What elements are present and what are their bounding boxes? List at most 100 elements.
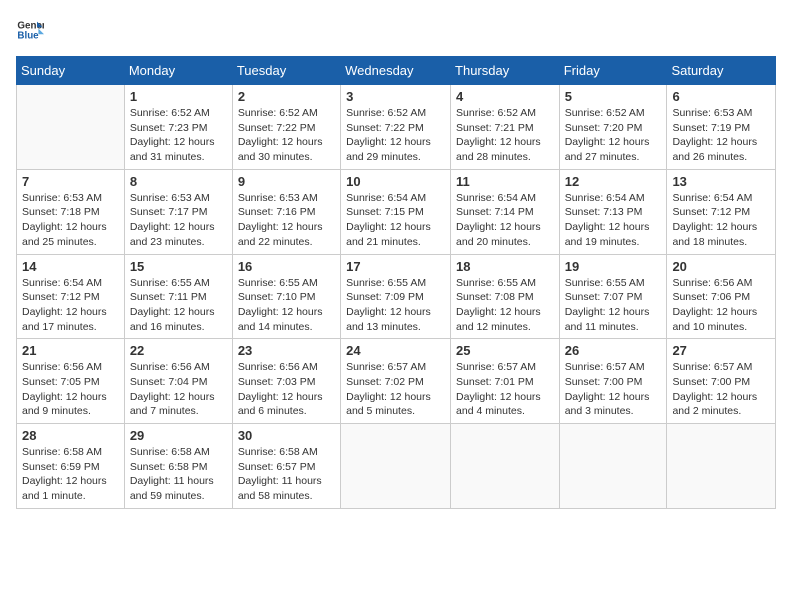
day-number: 6 [672, 89, 770, 104]
calendar-cell: 2Sunrise: 6:52 AM Sunset: 7:22 PM Daylig… [232, 85, 340, 170]
calendar-cell: 9Sunrise: 6:53 AM Sunset: 7:16 PM Daylig… [232, 169, 340, 254]
calendar-week-4: 21 Sunrise: 6:56 AM Sunset: 7:05 PM Dayli… [17, 339, 776, 424]
day-info: Sunrise: 6:54 AM Sunset: 7:14 PM Dayligh… [456, 191, 554, 250]
calendar-cell: 21 Sunrise: 6:56 AM Sunset: 7:05 PM Dayli… [17, 339, 125, 424]
day-info: Sunrise: 6:56 AM Sunset: 7:04 PM Dayligh… [130, 360, 227, 419]
calendar-week-1: 1Sunrise: 6:52 AM Sunset: 7:23 PM Daylig… [17, 85, 776, 170]
calendar-cell: 14 Sunrise: 6:54 AM Sunset: 7:12 PM Dayli… [17, 254, 125, 339]
calendar-cell: 28 Sunrise: 6:58 AM Sunset: 6:59 PM Dayli… [17, 424, 125, 509]
day-info: Sunrise: 6:58 AM Sunset: 6:59 PM Dayligh… [22, 445, 119, 504]
day-info: Sunrise: 6:57 AM Sunset: 7:02 PM Dayligh… [346, 360, 445, 419]
day-number: 20 [672, 259, 770, 274]
day-number: 10 [346, 174, 445, 189]
day-number: 28 [22, 428, 119, 443]
calendar-cell: 27Sunrise: 6:57 AM Sunset: 7:00 PM Dayli… [667, 339, 776, 424]
day-info: Sunrise: 6:56 AM Sunset: 7:03 PM Dayligh… [238, 360, 335, 419]
day-number: 8 [130, 174, 227, 189]
day-info: Sunrise: 6:58 AM Sunset: 6:57 PM Dayligh… [238, 445, 335, 504]
svg-text:Blue: Blue [17, 30, 39, 41]
day-number: 12 [565, 174, 662, 189]
day-number: 11 [456, 174, 554, 189]
calendar-cell [341, 424, 451, 509]
calendar-cell: 17 Sunrise: 6:55 AM Sunset: 7:09 PM Dayli… [341, 254, 451, 339]
calendar-cell [17, 85, 125, 170]
weekday-header-saturday: Saturday [667, 57, 776, 85]
calendar-cell: 10 Sunrise: 6:54 AM Sunset: 7:15 PM Dayli… [341, 169, 451, 254]
day-info: Sunrise: 6:52 AM Sunset: 7:20 PM Dayligh… [565, 106, 662, 165]
day-info: Sunrise: 6:54 AM Sunset: 7:15 PM Dayligh… [346, 191, 445, 250]
calendar-week-2: 7 Sunrise: 6:53 AM Sunset: 7:18 PM Daylig… [17, 169, 776, 254]
calendar-cell: 12Sunrise: 6:54 AM Sunset: 7:13 PM Dayli… [559, 169, 667, 254]
day-number: 25 [456, 343, 554, 358]
day-number: 14 [22, 259, 119, 274]
day-number: 4 [456, 89, 554, 104]
calendar-cell: 23 Sunrise: 6:56 AM Sunset: 7:03 PM Dayli… [232, 339, 340, 424]
day-number: 19 [565, 259, 662, 274]
day-info: Sunrise: 6:56 AM Sunset: 7:05 PM Dayligh… [22, 360, 119, 419]
day-info: Sunrise: 6:54 AM Sunset: 7:12 PM Dayligh… [22, 276, 119, 335]
day-number: 1 [130, 89, 227, 104]
calendar-cell: 20 Sunrise: 6:56 AM Sunset: 7:06 PM Dayli… [667, 254, 776, 339]
day-number: 17 [346, 259, 445, 274]
weekday-header-friday: Friday [559, 57, 667, 85]
calendar-week-3: 14 Sunrise: 6:54 AM Sunset: 7:12 PM Dayli… [17, 254, 776, 339]
calendar-cell: 19 Sunrise: 6:55 AM Sunset: 7:07 PM Dayli… [559, 254, 667, 339]
day-info: Sunrise: 6:54 AM Sunset: 7:12 PM Dayligh… [672, 191, 770, 250]
day-number: 24 [346, 343, 445, 358]
calendar-cell: 11 Sunrise: 6:54 AM Sunset: 7:14 PM Dayli… [451, 169, 560, 254]
calendar-cell: 8 Sunrise: 6:53 AM Sunset: 7:17 PM Daylig… [124, 169, 232, 254]
day-info: Sunrise: 6:55 AM Sunset: 7:09 PM Dayligh… [346, 276, 445, 335]
calendar-cell: 5 Sunrise: 6:52 AM Sunset: 7:20 PM Daylig… [559, 85, 667, 170]
weekday-header-thursday: Thursday [451, 57, 560, 85]
day-info: Sunrise: 6:55 AM Sunset: 7:10 PM Dayligh… [238, 276, 335, 335]
day-number: 16 [238, 259, 335, 274]
calendar-cell: 22 Sunrise: 6:56 AM Sunset: 7:04 PM Dayli… [124, 339, 232, 424]
day-info: Sunrise: 6:57 AM Sunset: 7:01 PM Dayligh… [456, 360, 554, 419]
day-info: Sunrise: 6:52 AM Sunset: 7:21 PM Dayligh… [456, 106, 554, 165]
day-number: 30 [238, 428, 335, 443]
day-info: Sunrise: 6:52 AM Sunset: 7:22 PM Dayligh… [346, 106, 445, 165]
day-number: 29 [130, 428, 227, 443]
day-info: Sunrise: 6:57 AM Sunset: 7:00 PM Dayligh… [565, 360, 662, 419]
day-info: Sunrise: 6:53 AM Sunset: 7:19 PM Dayligh… [672, 106, 770, 165]
day-number: 9 [238, 174, 335, 189]
weekday-header-sunday: Sunday [17, 57, 125, 85]
weekday-header-monday: Monday [124, 57, 232, 85]
day-info: Sunrise: 6:55 AM Sunset: 7:08 PM Dayligh… [456, 276, 554, 335]
day-number: 3 [346, 89, 445, 104]
calendar-week-5: 28 Sunrise: 6:58 AM Sunset: 6:59 PM Dayli… [17, 424, 776, 509]
logo-icon: General Blue [16, 16, 44, 44]
calendar-cell: 4 Sunrise: 6:52 AM Sunset: 7:21 PM Daylig… [451, 85, 560, 170]
day-number: 18 [456, 259, 554, 274]
day-info: Sunrise: 6:53 AM Sunset: 7:18 PM Dayligh… [22, 191, 119, 250]
calendar-cell: 25 Sunrise: 6:57 AM Sunset: 7:01 PM Dayli… [451, 339, 560, 424]
calendar-cell [559, 424, 667, 509]
calendar-cell: 18 Sunrise: 6:55 AM Sunset: 7:08 PM Dayli… [451, 254, 560, 339]
day-number: 13 [672, 174, 770, 189]
day-info: Sunrise: 6:58 AM Sunset: 6:58 PM Dayligh… [130, 445, 227, 504]
day-info: Sunrise: 6:52 AM Sunset: 7:22 PM Dayligh… [238, 106, 335, 165]
calendar-cell: 15 Sunrise: 6:55 AM Sunset: 7:11 PM Dayli… [124, 254, 232, 339]
logo: General Blue [16, 16, 44, 44]
weekday-header-tuesday: Tuesday [232, 57, 340, 85]
calendar-cell: 13 Sunrise: 6:54 AM Sunset: 7:12 PM Dayli… [667, 169, 776, 254]
day-info: Sunrise: 6:55 AM Sunset: 7:11 PM Dayligh… [130, 276, 227, 335]
day-number: 5 [565, 89, 662, 104]
day-info: Sunrise: 6:53 AM Sunset: 7:17 PM Dayligh… [130, 191, 227, 250]
day-number: 15 [130, 259, 227, 274]
calendar-cell [451, 424, 560, 509]
weekday-header-wednesday: Wednesday [341, 57, 451, 85]
day-info: Sunrise: 6:55 AM Sunset: 7:07 PM Dayligh… [565, 276, 662, 335]
day-number: 7 [22, 174, 119, 189]
calendar-cell: 29 Sunrise: 6:58 AM Sunset: 6:58 PM Dayli… [124, 424, 232, 509]
day-info: Sunrise: 6:57 AM Sunset: 7:00 PM Dayligh… [672, 360, 770, 419]
day-info: Sunrise: 6:56 AM Sunset: 7:06 PM Dayligh… [672, 276, 770, 335]
calendar-table: SundayMondayTuesdayWednesdayThursdayFrid… [16, 56, 776, 509]
calendar-cell: 24 Sunrise: 6:57 AM Sunset: 7:02 PM Dayli… [341, 339, 451, 424]
day-number: 23 [238, 343, 335, 358]
day-number: 21 [22, 343, 119, 358]
calendar-cell: 7 Sunrise: 6:53 AM Sunset: 7:18 PM Daylig… [17, 169, 125, 254]
day-number: 22 [130, 343, 227, 358]
calendar-cell: 26Sunrise: 6:57 AM Sunset: 7:00 PM Dayli… [559, 339, 667, 424]
calendar-cell: 30 Sunrise: 6:58 AM Sunset: 6:57 PM Dayli… [232, 424, 340, 509]
